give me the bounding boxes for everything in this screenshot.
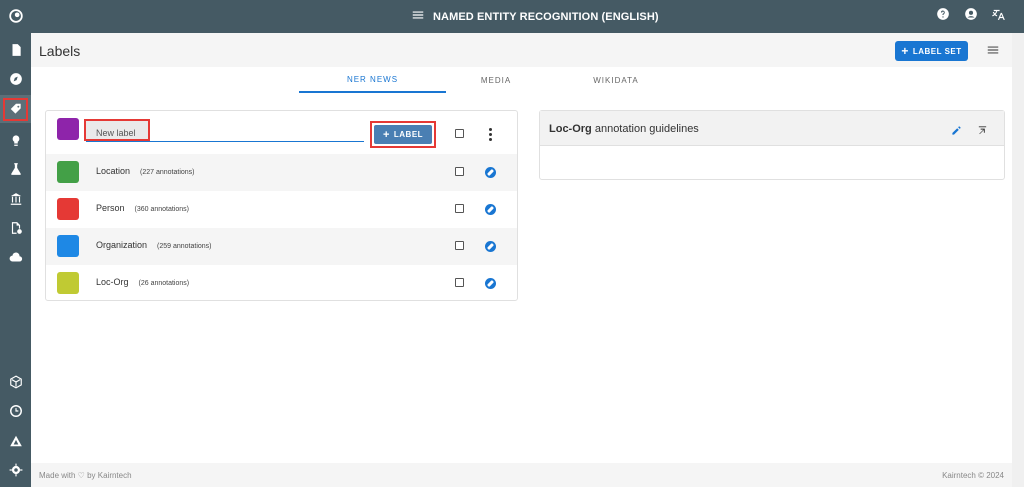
guidelines-title: Loc-Org annotation guidelines <box>549 123 699 135</box>
label-name: Organization <box>96 240 148 250</box>
suggestion-lightbulb-icon[interactable] <box>0 126 31 154</box>
label-set-button-text: LABEL SET <box>912 46 962 56</box>
collapse-arrow-icon[interactable] <box>977 123 988 141</box>
history-icon[interactable] <box>0 397 31 425</box>
label-color-swatch[interactable] <box>57 198 79 220</box>
add-label-set-button[interactable]: + LABEL SET <box>895 41 968 61</box>
labels-highlight-box <box>3 98 28 121</box>
documents-icon[interactable] <box>0 36 31 64</box>
label-guidelines-icon[interactable] <box>485 241 496 252</box>
tab-wikidata[interactable]: WIKIDATA <box>546 68 686 92</box>
top-bar: NAMED ENTITY RECOGNITION (ENGLISH) <box>31 0 1024 33</box>
options-menu-icon[interactable] <box>986 43 1000 62</box>
label-row[interactable]: Organization (259 annotations) <box>46 228 517 265</box>
guidelines-card: Loc-Org annotation guidelines <box>539 110 1005 180</box>
label-guidelines-icon[interactable] <box>485 167 496 178</box>
footer-copyright: Kairntech © 2024 <box>942 471 1004 480</box>
new-label-field[interactable]: New label <box>84 119 364 142</box>
guidelines-title-suffix: annotation guidelines <box>591 123 699 135</box>
annotation-count: (227 annotations) <box>140 169 195 176</box>
label-name: Person <box>96 203 125 213</box>
label-row[interactable]: Loc-Org (26 annotations) <box>46 265 517 302</box>
package-cube-icon[interactable] <box>0 368 31 396</box>
app-title-area: NAMED ENTITY RECOGNITION (ENGLISH) <box>411 0 659 33</box>
new-label-row: New label + LABEL <box>46 111 517 153</box>
tab-media[interactable]: MEDIA <box>446 68 546 92</box>
help-icon[interactable] <box>936 7 950 26</box>
page-header: Labels + LABEL SET <box>31 33 1012 67</box>
label-checkbox[interactable] <box>455 167 464 176</box>
input-underline <box>86 141 364 142</box>
new-label-color-picker[interactable] <box>57 118 79 140</box>
add-label-button[interactable]: + LABEL <box>374 125 432 144</box>
settings-gear-icon[interactable] <box>0 456 31 484</box>
cloud-sync-icon[interactable] <box>0 244 31 272</box>
labels-card: New label + LABEL Location (227 annotatio… <box>45 110 518 301</box>
label-guidelines-icon[interactable] <box>485 278 496 289</box>
compass-nav-icon[interactable] <box>0 65 31 93</box>
label-color-swatch[interactable] <box>57 272 79 294</box>
project-title: NAMED ENTITY RECOGNITION (ENGLISH) <box>433 10 659 23</box>
new-label-input[interactable]: New label <box>96 128 136 138</box>
label-set-tabs: NER NEWS MEDIA WIKIDATA <box>299 68 686 94</box>
label-name: Location <box>96 166 131 176</box>
footer: Made with ♡ by Kairntech Kairntech © 202… <box>31 463 1012 487</box>
label-color-swatch[interactable] <box>57 235 79 257</box>
label-row[interactable]: Location (227 annotations) <box>46 154 517 191</box>
plus-icon: + <box>382 128 390 141</box>
label-checkbox[interactable] <box>455 278 464 287</box>
select-all-checkbox[interactable] <box>455 129 464 138</box>
label-guidelines-icon[interactable] <box>485 204 496 215</box>
guidelines-header: Loc-Org annotation guidelines <box>540 111 1004 146</box>
menu-hamburger-icon[interactable] <box>411 8 425 25</box>
triangle-app-icon[interactable] <box>0 427 31 455</box>
top-right-actions <box>936 0 1006 33</box>
add-label-button-text: LABEL <box>393 130 424 139</box>
left-sidebar <box>0 0 31 487</box>
translate-icon[interactable] <box>992 7 1006 26</box>
app-logo-icon[interactable] <box>0 2 31 30</box>
label-row[interactable]: Person (360 annotations) <box>46 191 517 228</box>
tab-ner-news[interactable]: NER NEWS <box>299 68 446 93</box>
annotation-count: (26 annotations) <box>138 280 190 287</box>
annotation-count: (360 annotations) <box>134 206 190 213</box>
footer-credit: Made with ♡ by Kairntech <box>39 471 132 480</box>
page-title: Labels <box>39 43 81 59</box>
edit-pencil-icon[interactable] <box>951 123 962 141</box>
label-name: Loc-Org <box>96 277 129 287</box>
more-options-icon[interactable] <box>489 128 492 143</box>
account-icon[interactable] <box>964 7 978 26</box>
label-checkbox[interactable] <box>455 241 464 250</box>
plus-icon: + <box>901 44 909 58</box>
models-library-icon[interactable] <box>0 185 31 213</box>
annotation-count: (259 annotations) <box>157 243 212 250</box>
document-settings-icon[interactable] <box>0 214 31 242</box>
label-checkbox[interactable] <box>455 204 464 213</box>
page-scrollbar[interactable] <box>1012 33 1024 487</box>
guidelines-label-name: Loc-Org <box>549 123 592 135</box>
experiments-flask-icon[interactable] <box>0 155 31 183</box>
label-color-swatch[interactable] <box>57 161 79 183</box>
